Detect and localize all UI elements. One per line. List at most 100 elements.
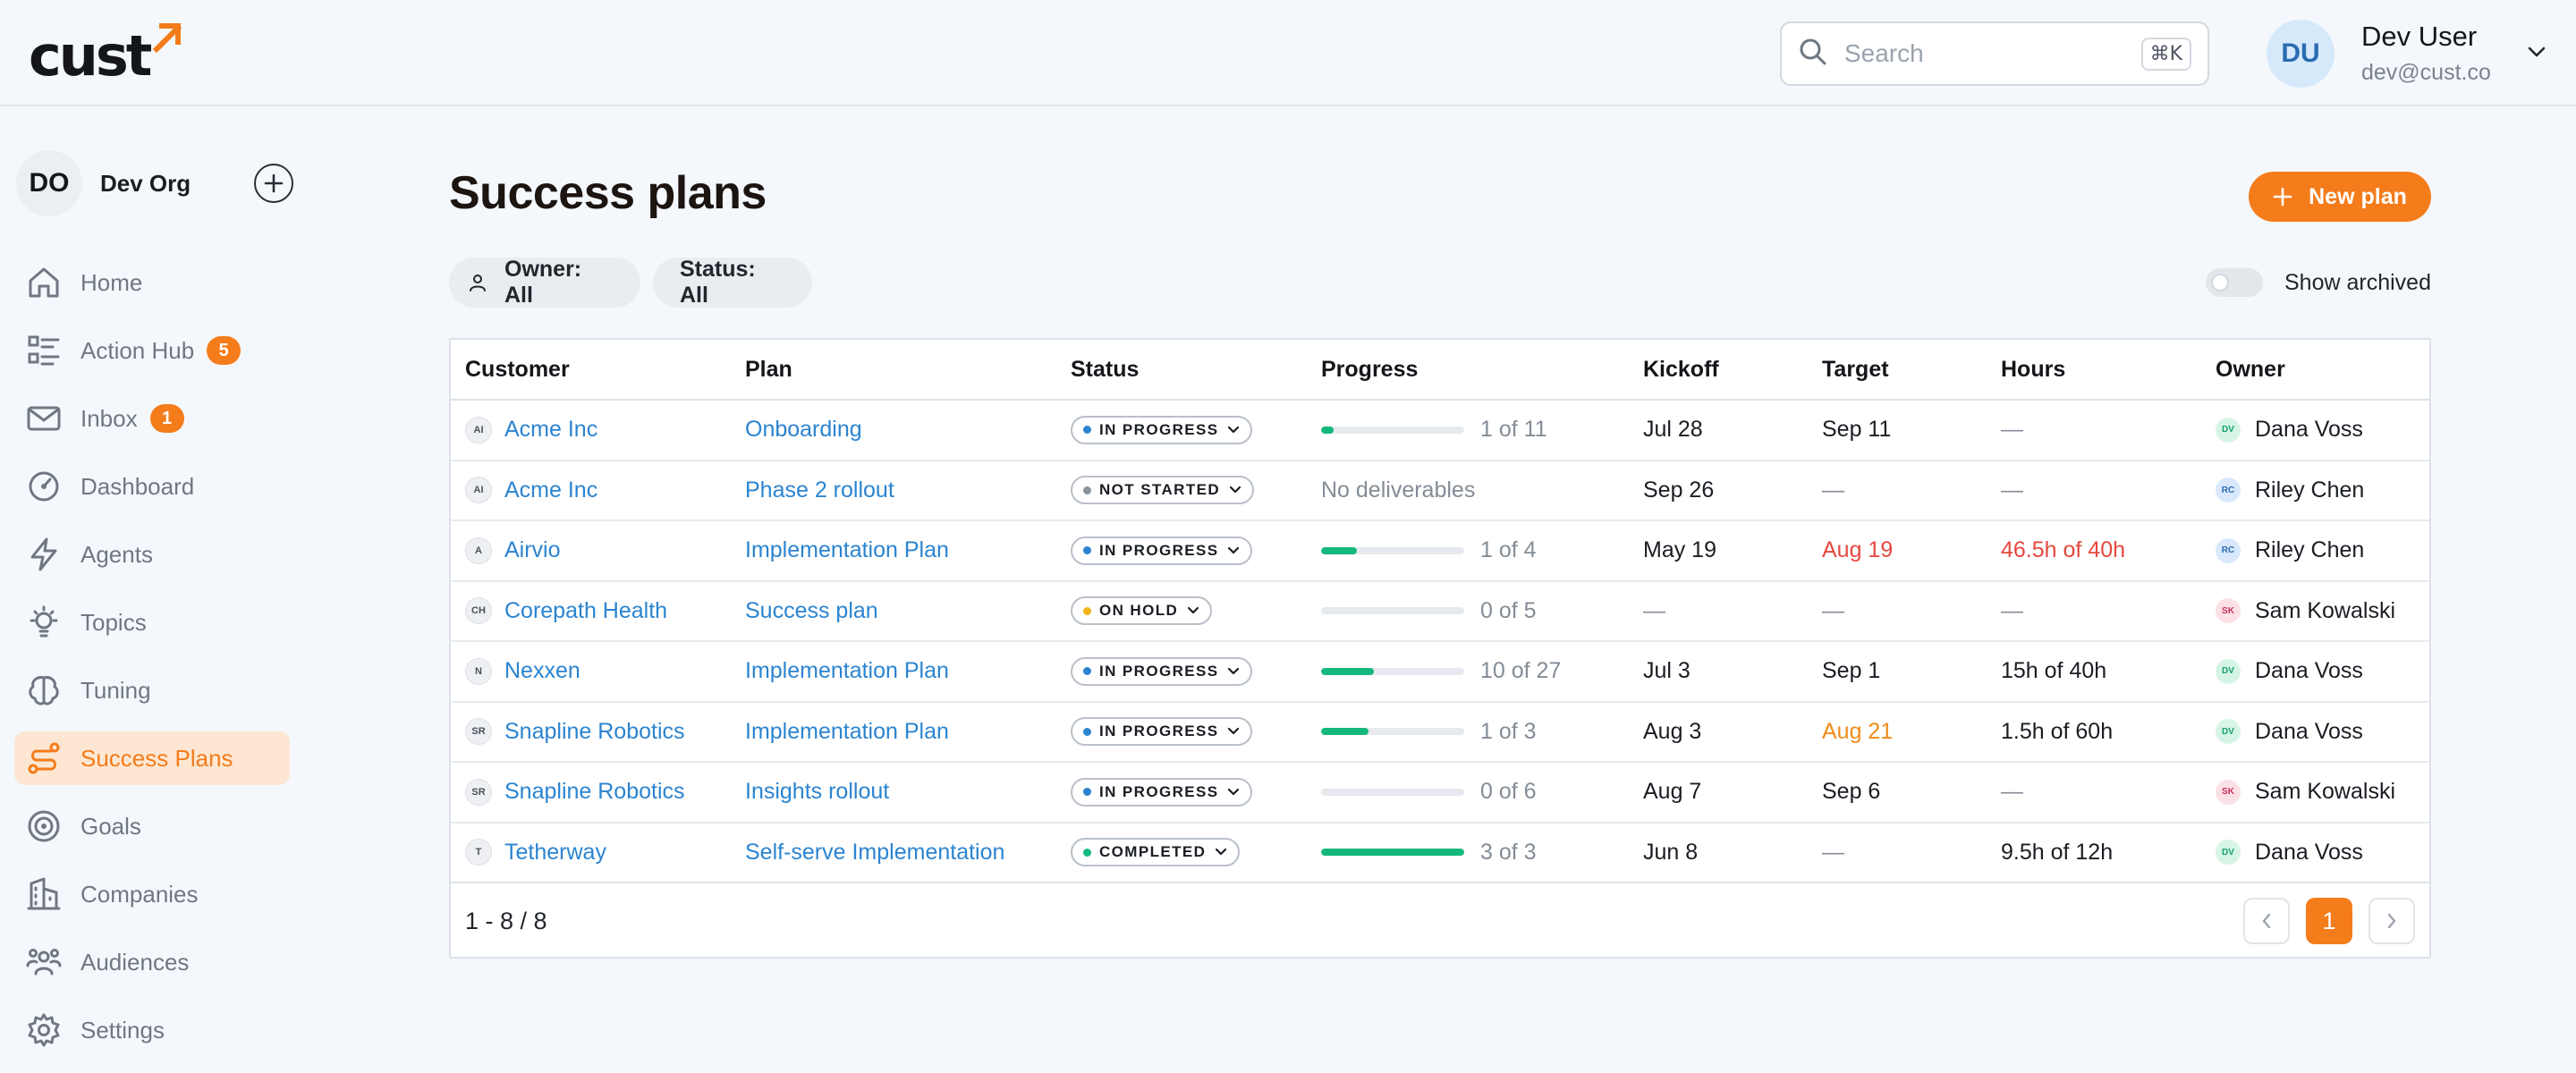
target-date: Aug 21 — [1822, 718, 1894, 744]
column-header-plan[interactable]: Plan — [731, 357, 1056, 383]
target-icon — [25, 807, 63, 845]
table-row[interactable]: CH Corepath Health Success plan ON HOLD 0 of… — [451, 582, 2429, 642]
customer-avatar: SR — [465, 718, 492, 746]
progress-cell: No deliverables — [1307, 477, 1629, 503]
table-row[interactable]: AI Acme Inc Onboarding IN PROGRESS 1 of 11 Ju… — [451, 401, 2429, 461]
sidebar-item-settings[interactable]: Settings — [14, 1003, 290, 1057]
search-input[interactable]: Search ⌘K — [1780, 21, 2209, 86]
customer-cell: SR Snapline Robotics — [451, 778, 731, 806]
status-dropdown[interactable]: IN PROGRESS — [1071, 777, 1253, 807]
sidebar-item-audiences[interactable]: Audiences — [14, 935, 290, 989]
org-name: Dev Org — [100, 169, 191, 197]
customer-link[interactable]: Corepath Health — [504, 598, 667, 624]
status-cell: IN PROGRESS — [1056, 536, 1307, 565]
hours-cell: 15h of 40h — [1987, 658, 2201, 684]
logo[interactable]: cust — [29, 21, 183, 84]
status-filter[interactable]: Status: All — [653, 257, 812, 308]
plan-link[interactable]: Implementation Plan — [745, 537, 949, 563]
table-row[interactable]: SR Snapline Robotics Insights rollout IN PR… — [451, 763, 2429, 824]
prev-page-button[interactable] — [2243, 898, 2290, 944]
page-button-current[interactable]: 1 — [2306, 898, 2352, 944]
list-icon — [25, 332, 63, 369]
user-menu[interactable]: DU Dev User dev@cust.co — [2267, 20, 2546, 88]
status-dropdown[interactable]: NOT STARTED — [1071, 476, 1255, 505]
status-label: IN PROGRESS — [1099, 541, 1219, 559]
table-row[interactable]: T Tetherway Self-serve Implementation COMPL… — [451, 824, 2429, 883]
owner-filter[interactable]: Owner: All — [449, 257, 640, 308]
new-plan-label: New plan — [2309, 183, 2407, 209]
column-header-customer[interactable]: Customer — [451, 357, 731, 383]
status-dropdown[interactable]: ON HOLD — [1071, 596, 1213, 626]
status-dropdown[interactable]: IN PROGRESS — [1071, 415, 1253, 444]
plan-link[interactable]: Self-serve Implementation — [745, 840, 1004, 866]
sidebar-item-agents[interactable]: Agents — [14, 528, 290, 581]
page-title: Success plans — [449, 167, 767, 219]
customer-link[interactable]: Acme Inc — [504, 477, 597, 503]
column-header-owner[interactable]: Owner — [2201, 357, 2429, 383]
plan-link[interactable]: Insights rollout — [745, 779, 889, 805]
plan-link[interactable]: Onboarding — [745, 417, 862, 443]
column-header-status[interactable]: Status — [1056, 357, 1307, 383]
target-cell: Aug 19 — [1808, 537, 1987, 563]
status-dot — [1083, 606, 1091, 615]
sidebar-item-inbox[interactable]: Inbox 1 — [14, 392, 290, 445]
count-badge: 5 — [207, 336, 242, 365]
customer-link[interactable]: Snapline Robotics — [504, 719, 685, 745]
plan-link[interactable]: Phase 2 rollout — [745, 477, 894, 503]
gauge-icon — [25, 468, 63, 505]
org-switcher[interactable]: DO Dev Org — [16, 148, 293, 218]
new-plan-button[interactable]: New plan — [2249, 172, 2431, 222]
show-archived[interactable]: Show archived — [2206, 268, 2431, 297]
user-email: dev@cust.co — [2361, 60, 2491, 85]
column-header-progress[interactable]: Progress — [1307, 357, 1629, 383]
hours-cell: — — [1987, 477, 2201, 503]
progress-bar — [1321, 607, 1464, 615]
customer-link[interactable]: Tetherway — [504, 840, 606, 866]
customer-cell: A Airvio — [451, 536, 731, 564]
owner-avatar: DV — [2216, 840, 2241, 866]
next-page-button[interactable] — [2368, 898, 2415, 944]
column-header-kickoff[interactable]: Kickoff — [1629, 357, 1808, 383]
status-dropdown[interactable]: IN PROGRESS — [1071, 656, 1253, 686]
search-placeholder: Search — [1844, 39, 1924, 67]
owner-name: Riley Chen — [2255, 537, 2365, 563]
table-row[interactable]: A Airvio Implementation Plan IN PROGRESS 1 o… — [451, 521, 2429, 582]
plan-link[interactable]: Implementation Plan — [745, 719, 949, 745]
status-dropdown[interactable]: COMPLETED — [1071, 838, 1241, 867]
progress-bar — [1321, 849, 1464, 857]
sidebar-item-success-plans[interactable]: Success Plans — [14, 731, 290, 785]
table-header: Customer Plan Status Progress Kickoff Ta… — [451, 340, 2429, 401]
status-dropdown[interactable]: IN PROGRESS — [1071, 536, 1253, 565]
sidebar-item-companies[interactable]: Companies — [14, 867, 290, 921]
show-archived-toggle[interactable] — [2206, 268, 2263, 297]
sidebar-item-goals[interactable]: Goals — [14, 799, 290, 853]
owner-name: Dana Voss — [2255, 839, 2363, 865]
plan-cell: Implementation Plan — [731, 658, 1056, 684]
table-row[interactable]: N Nexxen Implementation Plan IN PROGRESS 10 … — [451, 642, 2429, 703]
status-cell: COMPLETED — [1056, 838, 1307, 867]
sidebar-item-action-hub[interactable]: Action Hub 5 — [14, 324, 290, 377]
add-org-button[interactable] — [254, 164, 293, 203]
chevron-down-icon[interactable] — [2527, 46, 2546, 63]
kickoff-date: May 19 — [1643, 537, 1716, 563]
sidebar-item-label: Agents — [80, 540, 153, 568]
table-row[interactable]: AI Acme Inc Phase 2 rollout NOT STARTED No d… — [451, 461, 2429, 521]
column-header-target[interactable]: Target — [1808, 357, 1987, 383]
owner-avatar: SK — [2216, 779, 2241, 805]
customer-link[interactable]: Acme Inc — [504, 417, 597, 443]
sidebar-item-tuning[interactable]: Tuning — [14, 663, 290, 717]
sidebar-item-topics[interactable]: Topics — [14, 596, 290, 649]
plan-cell: Implementation Plan — [731, 719, 1056, 745]
sidebar-item-home[interactable]: Home — [14, 256, 290, 309]
plan-link[interactable]: Success plan — [745, 598, 878, 624]
column-header-hours[interactable]: Hours — [1987, 357, 2201, 383]
plans-table: Customer Plan Status Progress Kickoff Ta… — [449, 338, 2431, 959]
status-dropdown[interactable]: IN PROGRESS — [1071, 717, 1253, 747]
sidebar-item-dashboard[interactable]: Dashboard — [14, 460, 290, 513]
logo-arrow-icon — [151, 21, 183, 57]
table-row[interactable]: SR Snapline Robotics Implementation Plan IN… — [451, 703, 2429, 763]
customer-link[interactable]: Nexxen — [504, 658, 580, 684]
customer-link[interactable]: Airvio — [504, 537, 561, 563]
plan-link[interactable]: Implementation Plan — [745, 658, 949, 684]
customer-link[interactable]: Snapline Robotics — [504, 779, 685, 805]
